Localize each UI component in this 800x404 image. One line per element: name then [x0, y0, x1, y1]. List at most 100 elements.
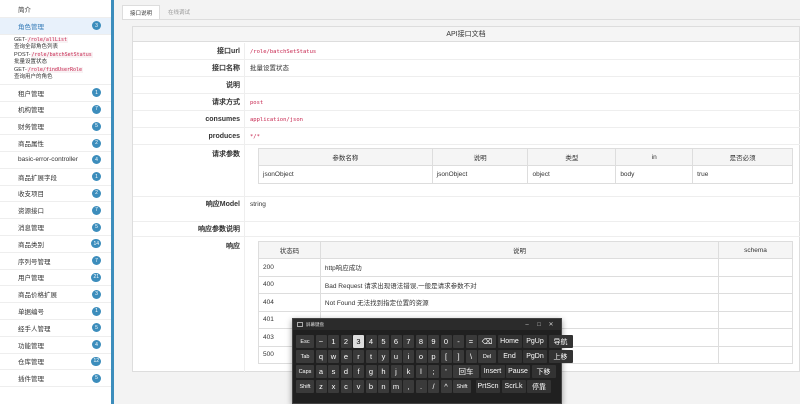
key[interactable]: Esc	[296, 335, 314, 348]
sidebar-item[interactable]: 租户管理 1	[0, 85, 111, 102]
key[interactable]: 导航	[548, 335, 573, 348]
close-icon[interactable]: ✕	[545, 321, 557, 328]
sidebar-intro[interactable]: 简介	[0, 0, 111, 18]
key[interactable]: PgDn	[523, 350, 547, 363]
key[interactable]: ;	[428, 365, 439, 378]
key[interactable]: 6	[390, 335, 402, 348]
key[interactable]: u	[390, 350, 402, 363]
sidebar-item[interactable]: basic-error-controller 4	[0, 152, 111, 169]
key[interactable]: Pause	[506, 365, 530, 378]
key[interactable]: PgUp	[523, 335, 547, 348]
api-desc[interactable]: 查询全部角色列表	[14, 44, 111, 52]
tab-doc[interactable]: 接口说明	[122, 5, 161, 19]
key[interactable]: m	[390, 380, 402, 393]
key[interactable]: ScrLk	[501, 380, 526, 393]
sidebar-item[interactable]: 资源接口 7	[0, 202, 111, 220]
sidebar-item[interactable]: 商品属性 2	[0, 135, 111, 152]
tab-debug[interactable]: 在线调试	[160, 5, 198, 19]
table-cell: jsonObject	[258, 165, 433, 184]
key[interactable]: y	[378, 350, 389, 363]
sidebar-item[interactable]: 机构管理 7	[0, 102, 111, 119]
key[interactable]: x	[328, 380, 339, 393]
sidebar-item[interactable]: 商品类别 14	[0, 236, 111, 253]
key[interactable]: .	[415, 380, 427, 393]
key[interactable]: Tab	[296, 350, 314, 363]
sidebar-item[interactable]: 商品价格扩展 3	[0, 286, 111, 304]
sidebar-item[interactable]: 财务管理 5	[0, 118, 111, 136]
key[interactable]: d	[340, 365, 352, 378]
key[interactable]: n	[378, 380, 389, 393]
key[interactable]: q	[315, 350, 327, 363]
key[interactable]: k	[403, 365, 414, 378]
key[interactable]: a	[315, 365, 327, 378]
key[interactable]: /	[428, 380, 439, 393]
consumes-value: application/json	[250, 117, 303, 123]
sidebar-item[interactable]: 经手人管理 5	[0, 320, 111, 337]
api-path: /role/allList	[26, 36, 68, 43]
key[interactable]: Shift	[296, 380, 314, 393]
key[interactable]: t	[365, 350, 377, 363]
key[interactable]: j	[390, 365, 402, 378]
key[interactable]: 0	[440, 335, 452, 348]
key[interactable]: =	[465, 335, 477, 348]
key[interactable]: h	[378, 365, 389, 378]
key[interactable]: Insert	[480, 365, 505, 378]
key[interactable]: 停靠	[527, 380, 551, 393]
key[interactable]: ^	[440, 380, 452, 393]
key[interactable]: [	[440, 350, 452, 363]
key[interactable]: b	[365, 380, 377, 393]
sidebar-item[interactable]: 插件管理 5	[0, 370, 111, 388]
sidebar-item[interactable]: 角色管理 3	[0, 18, 111, 35]
key[interactable]: ~	[315, 335, 327, 348]
key[interactable]: Home	[497, 335, 522, 348]
sidebar-item[interactable]: 收支项目 2	[0, 186, 111, 203]
sidebar-item[interactable]: 消息管理 5	[0, 219, 111, 236]
sidebar-item[interactable]: 商品扩展字段 1	[0, 169, 111, 186]
sidebar-item[interactable]: 仓库管理 12	[0, 354, 111, 371]
sidebar-item[interactable]: 功能管理 4	[0, 337, 111, 354]
key[interactable]: Caps	[296, 365, 314, 378]
key[interactable]: End	[497, 350, 522, 363]
key[interactable]: 下移	[531, 365, 556, 378]
key[interactable]: PrtScn	[476, 380, 500, 393]
key[interactable]: 回车	[453, 365, 479, 378]
key[interactable]: 1	[328, 335, 339, 348]
sidebar-item[interactable]: 序列号管理 7	[0, 253, 111, 270]
key[interactable]: -	[453, 335, 464, 348]
key[interactable]: e	[340, 350, 352, 363]
key[interactable]: z	[315, 380, 327, 393]
key[interactable]: 上移	[548, 350, 573, 363]
key[interactable]: s	[328, 365, 339, 378]
key[interactable]: 2	[340, 335, 352, 348]
key[interactable]: g	[365, 365, 377, 378]
key[interactable]: v	[353, 380, 364, 393]
key[interactable]: 3	[353, 335, 364, 348]
minimize-icon[interactable]: –	[521, 322, 533, 328]
key[interactable]: \	[465, 350, 477, 363]
key[interactable]: Del	[478, 350, 496, 363]
api-desc[interactable]: 批量设置状态	[14, 59, 111, 67]
key[interactable]: 5	[378, 335, 389, 348]
key[interactable]: 7	[403, 335, 414, 348]
api-desc[interactable]: 查询用户的角色	[14, 74, 111, 82]
key[interactable]: l	[415, 365, 427, 378]
key[interactable]: c	[340, 380, 352, 393]
key[interactable]: ]	[453, 350, 464, 363]
key[interactable]: 9	[428, 335, 439, 348]
key[interactable]: i	[403, 350, 414, 363]
key[interactable]: ,	[403, 380, 414, 393]
key[interactable]: r	[353, 350, 364, 363]
maximize-icon[interactable]: □	[533, 322, 545, 328]
key[interactable]: f	[353, 365, 364, 378]
key[interactable]: ⌫	[478, 335, 496, 348]
key[interactable]: o	[415, 350, 427, 363]
sidebar-item[interactable]: 单据编号 1	[0, 303, 111, 320]
key[interactable]: p	[428, 350, 439, 363]
osk-titlebar[interactable]: 屏幕键盘 – □ ✕	[293, 319, 561, 330]
key[interactable]: Shift	[453, 380, 471, 393]
sidebar-item[interactable]: 用户管理 21	[0, 270, 111, 287]
key[interactable]: '	[440, 365, 452, 378]
key[interactable]: w	[328, 350, 339, 363]
key[interactable]: 4	[365, 335, 377, 348]
key[interactable]: 8	[415, 335, 427, 348]
